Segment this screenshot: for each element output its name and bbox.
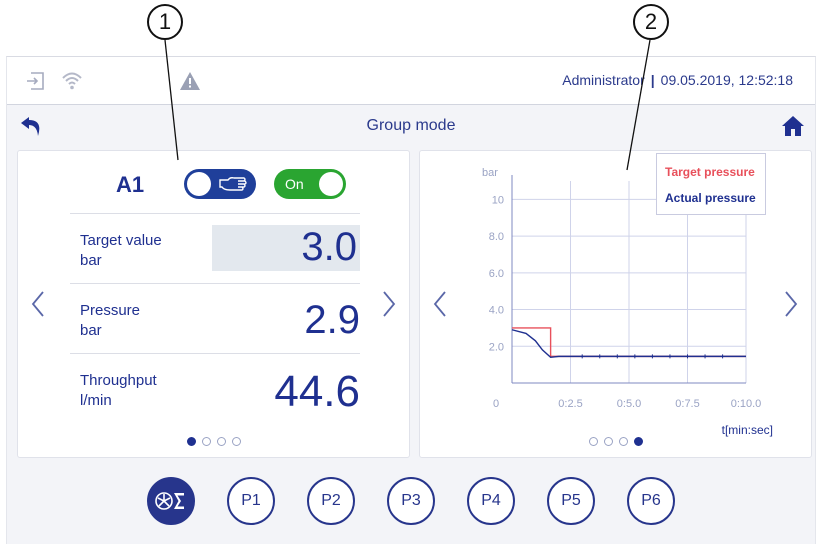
channel-label: A1 bbox=[116, 172, 145, 197]
row-label-text: Target value bbox=[80, 232, 162, 249]
group-mode-button[interactable] bbox=[147, 477, 195, 525]
title-bar: Group mode bbox=[7, 106, 815, 146]
hand-icon bbox=[219, 177, 247, 191]
program-button-p3[interactable]: P3 bbox=[387, 477, 435, 525]
row-label-text: Pressure bbox=[80, 302, 141, 319]
device-screen: Administrator | 09.05.2019, 12:52:18 Group… bbox=[6, 56, 816, 544]
pressure-row: Pressure bar 2.9 bbox=[70, 283, 360, 353]
row-unit-text: bar bbox=[80, 252, 102, 269]
date-time: 09.05.2019, 12:52:18 bbox=[660, 72, 793, 88]
page-dot[interactable] bbox=[201, 437, 211, 446]
callout-2: 2 bbox=[633, 4, 669, 40]
y-tick-label: 2.0 bbox=[489, 341, 504, 353]
callout-1: 1 bbox=[147, 4, 183, 40]
power-toggle[interactable]: On bbox=[274, 169, 346, 199]
pressure-label: Pressure bar bbox=[80, 301, 140, 341]
program-button-p2[interactable]: P2 bbox=[307, 477, 355, 525]
throughput-value: 44.6 bbox=[274, 367, 360, 416]
legend-target-pressure: Target pressure bbox=[665, 165, 755, 179]
status-info: Administrator | 09.05.2019, 12:52:18 bbox=[562, 72, 793, 88]
x-tick-label: 0:2.5 bbox=[558, 398, 582, 410]
pressure-value: 2.9 bbox=[304, 298, 360, 342]
page-dot[interactable] bbox=[216, 437, 226, 446]
throughput-row: Throughput l/min 44.6 bbox=[70, 353, 360, 423]
row-unit-text: bar bbox=[80, 322, 102, 339]
power-toggle-label: On bbox=[285, 176, 304, 192]
chart-page-dot[interactable] bbox=[618, 437, 628, 446]
x-tick-label: 0:7.5 bbox=[675, 398, 699, 410]
toggle-knob bbox=[187, 172, 211, 196]
chart-page-dot[interactable] bbox=[633, 437, 643, 446]
chart-page-dot[interactable] bbox=[588, 437, 598, 446]
page-title: Group mode bbox=[366, 117, 456, 134]
y-axis-label: bar bbox=[482, 167, 498, 179]
user-name[interactable]: Administrator bbox=[562, 72, 644, 88]
channel-panel: A1 On Target value bar 3.0 Pressure bar … bbox=[17, 150, 410, 458]
program-button-p5[interactable]: P5 bbox=[547, 477, 595, 525]
row-unit-text: l/min bbox=[80, 392, 112, 409]
y-tick-label: 4.0 bbox=[489, 305, 504, 317]
target-value-row: Target value bar 3.0 bbox=[70, 213, 360, 283]
x-tick-label: 0:5.0 bbox=[617, 398, 641, 410]
login-icon[interactable] bbox=[25, 70, 47, 92]
chart-legend: Target pressure Actual pressure bbox=[656, 153, 766, 215]
page-dot[interactable] bbox=[186, 437, 196, 446]
warning-icon[interactable] bbox=[179, 70, 201, 92]
toggle-knob bbox=[319, 172, 343, 196]
chart-panel: 10 8.0 6.0 4.0 2.0 0 0:2.5 0:5.0 0:7.5 0:10.0 bar … bbox=[419, 150, 812, 458]
status-bar: Administrator | 09.05.2019, 12:52:18 bbox=[7, 57, 815, 105]
row-label-text: Throughput bbox=[80, 372, 157, 389]
status-separator: | bbox=[650, 72, 655, 88]
channel-values: Target value bar 3.0 Pressure bar 2.9 Th… bbox=[70, 213, 360, 423]
wifi-icon bbox=[62, 72, 82, 90]
program-button-p4[interactable]: P4 bbox=[467, 477, 515, 525]
next-channel-arrow[interactable] bbox=[381, 289, 397, 319]
throughput-label: Throughput l/min bbox=[80, 371, 157, 411]
legend-actual-pressure: Actual pressure bbox=[665, 191, 756, 205]
group-sum-icon bbox=[155, 492, 184, 510]
page-indicator bbox=[18, 433, 409, 451]
page-dot[interactable] bbox=[231, 437, 241, 446]
y-tick-label: 8.0 bbox=[489, 231, 504, 243]
manual-mode-toggle[interactable] bbox=[184, 169, 256, 199]
program-button-p1[interactable]: P1 bbox=[227, 477, 275, 525]
program-button-p6[interactable]: P6 bbox=[627, 477, 675, 525]
chart-page-dot[interactable] bbox=[603, 437, 613, 446]
y-tick-label: 6.0 bbox=[489, 268, 504, 280]
x-tick-label: 0 bbox=[493, 398, 499, 410]
home-icon[interactable] bbox=[781, 115, 805, 137]
x-tick-label: 0:10.0 bbox=[731, 398, 762, 410]
y-tick-label: 10 bbox=[492, 194, 504, 206]
target-value-input[interactable]: 3.0 bbox=[212, 225, 360, 271]
target-value-label: Target value bar bbox=[80, 231, 162, 271]
program-bar: P1 P2 P3 P4 P5 P6 bbox=[7, 463, 815, 543]
chart-page-indicator bbox=[420, 433, 811, 451]
prev-channel-arrow[interactable] bbox=[30, 289, 46, 319]
